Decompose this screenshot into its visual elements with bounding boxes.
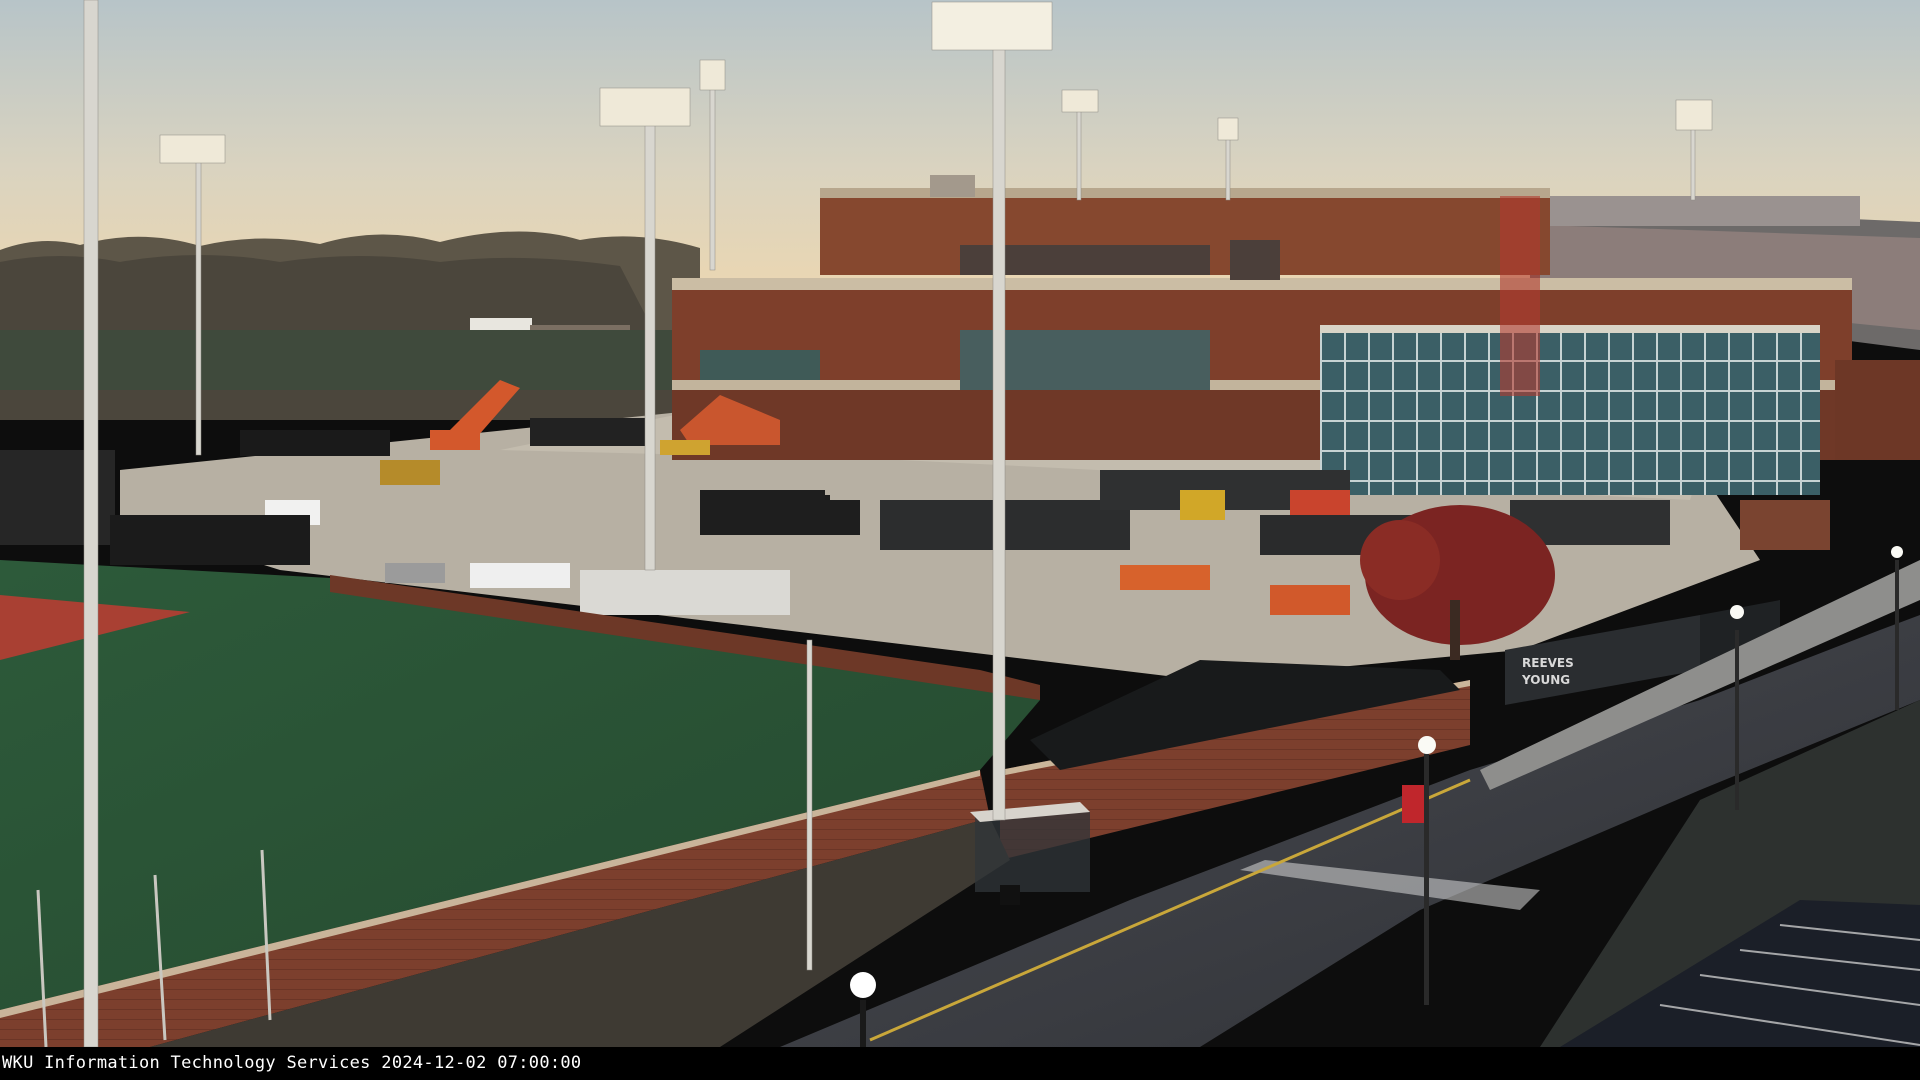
caption-time: 07:00:00 xyxy=(497,1053,582,1073)
caption-source: WKU Information Technology Services xyxy=(2,1053,371,1073)
timestamp-bar: WKU Information Technology Services 2024… xyxy=(0,1047,1920,1080)
camera-caption: WKU Information Technology Services 2024… xyxy=(2,1052,581,1074)
caption-date: 2024-12-02 xyxy=(381,1053,487,1073)
distant-treeline xyxy=(0,231,700,420)
fence-banner-line2: YOUNG xyxy=(1521,673,1570,687)
street-banner xyxy=(1402,785,1424,823)
webcam-scene: REEVES YOUNG xyxy=(0,0,1920,1047)
fence-banner-line1: REEVES xyxy=(1522,656,1574,670)
bus-shelter xyxy=(970,802,1090,905)
